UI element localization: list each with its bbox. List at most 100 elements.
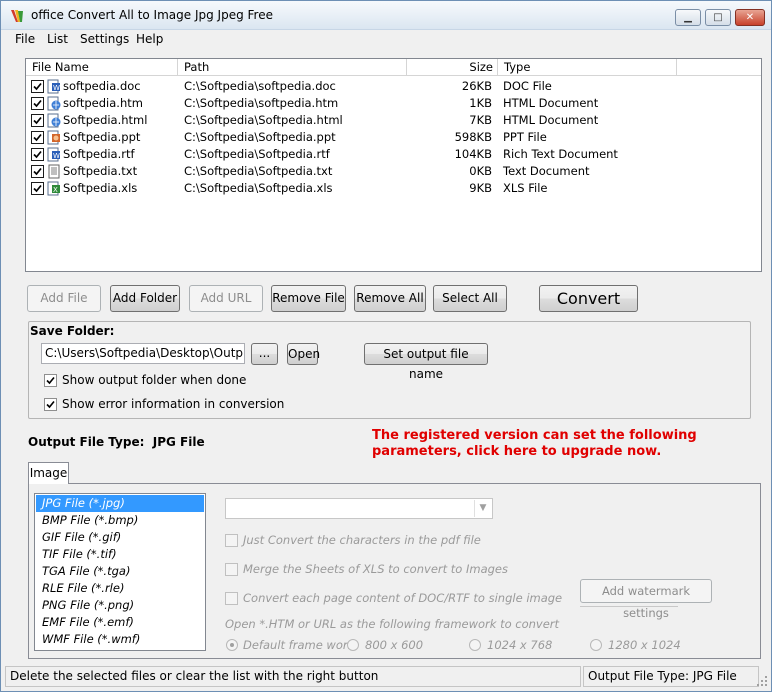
status-output-type: Output File Type: JPG File <box>583 666 759 687</box>
file-size-cell: 9KB <box>469 181 492 195</box>
each-page-single-label: Convert each page content of DOC/RTF to … <box>243 591 563 605</box>
show-output-folder-label: Show output folder when done <box>62 373 247 387</box>
table-row[interactable]: softpedia.htm C:\Softpedia\softpedia.htm 1… <box>26 95 761 112</box>
checkmark-icon <box>33 150 42 159</box>
upgrade-notice-link[interactable]: The registered version can set the follo… <box>372 428 732 460</box>
app-icon <box>11 10 23 22</box>
main-window: office Convert All to Image Jpg Jpeg Fre… <box>0 0 772 692</box>
framework-1280-label: 1280 x 1024 <box>608 638 681 652</box>
table-row[interactable]: Softpedia.txt C:\Softpedia\Softpedia.txt 0… <box>26 163 761 180</box>
framework-default-radio[interactable] <box>226 639 238 651</box>
remove-all-button[interactable]: Remove All <box>354 285 426 312</box>
output-type-value: JPG File <box>152 435 205 449</box>
minimize-button[interactable]: ▁ <box>675 9 701 26</box>
file-type-cell: HTML Document <box>503 113 599 127</box>
file-size-cell: 598KB <box>454 130 492 144</box>
chevron-down-icon[interactable]: ▼ <box>474 500 491 517</box>
checkmark-icon <box>33 82 42 91</box>
column-size[interactable]: Size <box>407 59 498 76</box>
merge-sheets-checkbox[interactable] <box>225 563 238 576</box>
format-list-item[interactable]: JPG File (*.jpg) <box>36 495 204 512</box>
row-checkbox[interactable] <box>31 165 44 178</box>
file-type-cell: DOC File <box>503 79 552 93</box>
word-doc-icon: W <box>47 79 60 94</box>
column-path[interactable]: Path <box>178 59 407 76</box>
file-name-cell: Softpedia.xls <box>63 181 138 195</box>
framework-800-label: 800 x 600 <box>365 638 424 652</box>
remove-file-button[interactable]: Remove File <box>271 285 346 312</box>
upgrade-notice-line1: The registered version can set the follo… <box>372 428 697 443</box>
file-path-cell: C:\Softpedia\softpedia.doc <box>184 79 336 93</box>
show-output-folder-checkbox[interactable] <box>44 374 57 387</box>
format-option-combo[interactable]: ▼ <box>225 498 493 519</box>
row-checkbox[interactable] <box>31 97 44 110</box>
convert-button[interactable]: Convert <box>539 285 638 312</box>
file-size-cell: 26KB <box>461 79 492 93</box>
format-list-item[interactable]: EMF File (*.emf) <box>36 614 204 631</box>
select-all-button[interactable]: Select All <box>433 285 507 312</box>
file-path-cell: C:\Softpedia\Softpedia.rtf <box>184 147 330 161</box>
checkmark-icon <box>33 116 42 125</box>
file-path-cell: C:\Softpedia\Softpedia.txt <box>184 164 333 178</box>
just-convert-chars-checkbox[interactable] <box>225 534 238 547</box>
menu-list[interactable]: List <box>47 32 68 46</box>
checkmark-icon <box>46 400 55 409</box>
maximize-button[interactable]: □ <box>705 9 731 26</box>
menu-file[interactable]: File <box>15 32 35 46</box>
file-type-cell: PPT File <box>503 130 547 144</box>
file-path-cell: C:\Softpedia\Softpedia.xls <box>184 181 333 195</box>
format-list-item[interactable]: PNG File (*.png) <box>36 597 204 614</box>
browse-button[interactable]: ... <box>251 343 278 365</box>
add-file-button[interactable]: Add File <box>27 285 101 312</box>
format-list-item[interactable]: RLE File (*.rle) <box>36 580 204 597</box>
framework-800-radio[interactable] <box>347 639 359 651</box>
save-folder-input[interactable]: C:\Users\Softpedia\Desktop\Output Files <box>41 343 245 364</box>
row-checkbox[interactable] <box>31 80 44 93</box>
table-row[interactable]: W Softpedia.rtf C:\Softpedia\Softpedia.rtf… <box>26 146 761 163</box>
add-folder-button[interactable]: Add Folder <box>110 285 180 312</box>
row-checkbox[interactable] <box>31 182 44 195</box>
format-list-item[interactable]: TIF File (*.tif) <box>36 546 204 563</box>
tab-image[interactable]: Image <box>28 462 69 484</box>
each-page-single-checkbox[interactable] <box>225 592 238 605</box>
row-checkbox[interactable] <box>31 114 44 127</box>
table-row[interactable]: Wsoftpedia.doc C:\Softpedia\softpedia.doc… <box>26 78 761 95</box>
text-doc-icon <box>48 164 60 179</box>
checkmark-icon <box>33 167 42 176</box>
checkmark-icon <box>33 99 42 108</box>
table-row[interactable]: X Softpedia.xls C:\Softpedia\Softpedia.xls… <box>26 180 761 197</box>
column-file-name[interactable]: File Name <box>26 59 178 76</box>
set-output-name-button[interactable]: Set output file name <box>364 343 488 381</box>
framework-default-label: Default frame work <box>243 638 355 652</box>
format-list-item[interactable]: TGA File (*.tga) <box>36 563 204 580</box>
framework-1024-radio[interactable] <box>469 639 481 651</box>
output-type-label: Output File Type: <box>28 435 145 449</box>
open-folder-button[interactable]: Open <box>287 343 320 365</box>
title-bar[interactable]: office Convert All to Image Jpg Jpeg Fre… <box>1 1 771 30</box>
resize-grip-icon[interactable] <box>756 675 768 687</box>
format-list-item[interactable]: BMP File (*.bmp) <box>36 512 204 529</box>
format-list-item[interactable]: WMF File (*.wmf) <box>36 631 204 648</box>
file-path-cell: C:\Softpedia\Softpedia.html <box>184 113 343 127</box>
add-url-button[interactable]: Add URL <box>189 285 263 312</box>
show-errors-checkbox[interactable] <box>44 398 57 411</box>
file-type-cell: XLS File <box>503 181 548 195</box>
just-convert-chars-label: Just Convert the characters in the pdf f… <box>243 533 481 547</box>
menu-settings[interactable]: Settings <box>80 32 129 46</box>
table-row[interactable]: Softpedia.html C:\Softpedia\Softpedia.htm… <box>26 112 761 129</box>
format-list[interactable]: JPG File (*.jpg) BMP File (*.bmp) GIF File… <box>34 493 206 651</box>
menu-bar: File List Settings Help <box>1 30 771 50</box>
row-checkbox[interactable] <box>31 131 44 144</box>
table-row[interactable]: Softpedia.ppt C:\Softpedia\Softpedia.ppt 5… <box>26 129 761 146</box>
framework-1280-radio[interactable] <box>590 639 602 651</box>
format-list-item[interactable]: GIF File (*.gif) <box>36 529 204 546</box>
column-type[interactable]: Type <box>498 59 677 76</box>
file-size-cell: 104KB <box>454 147 492 161</box>
close-button[interactable]: ✕ <box>735 9 765 26</box>
row-checkbox[interactable] <box>31 148 44 161</box>
menu-help[interactable]: Help <box>136 32 163 46</box>
file-size-cell: 7KB <box>469 113 492 127</box>
add-watermark-button[interactable]: Add watermark settings <box>580 579 712 620</box>
file-list[interactable]: File Name Path Size Type Wsoftpedia.doc C… <box>25 58 762 272</box>
window-title: office Convert All to Image Jpg Jpeg Fre… <box>31 8 273 22</box>
